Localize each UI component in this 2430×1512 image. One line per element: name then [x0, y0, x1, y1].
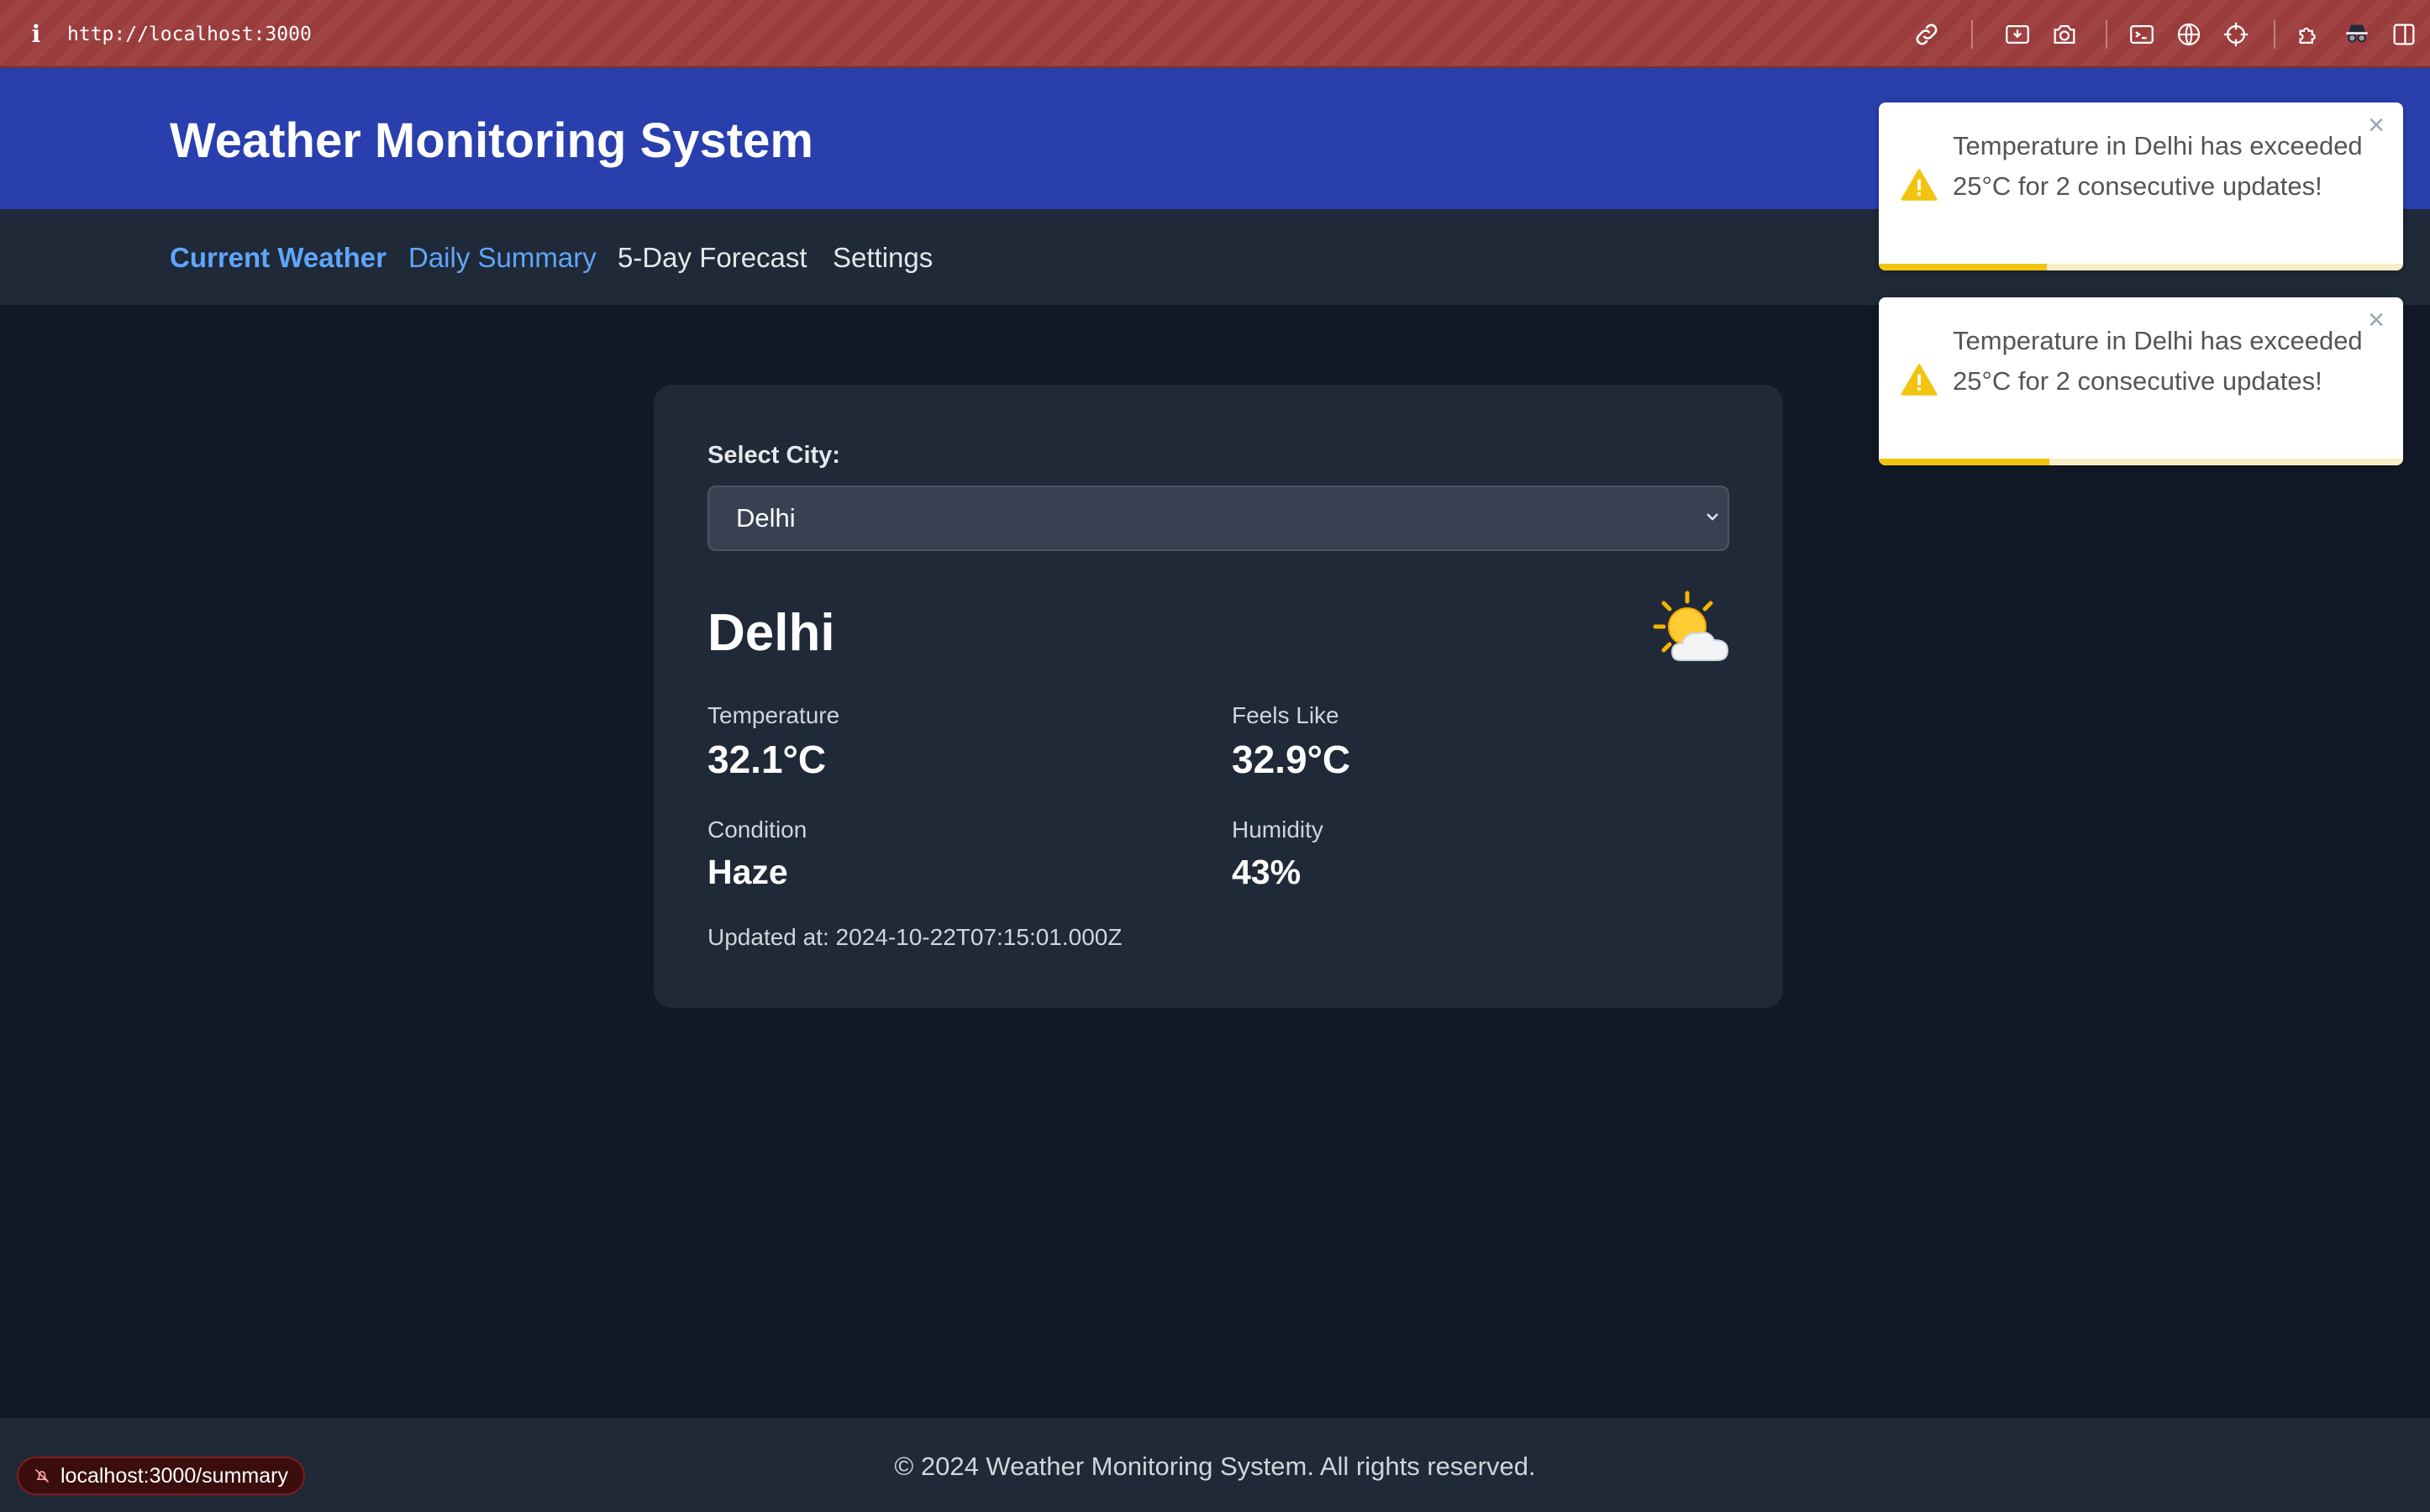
toast-message: Temperature in Delhi has exceeded 25°C f… — [1953, 131, 2363, 201]
toast-progress-bar — [1879, 459, 2049, 465]
toast-message: Temperature in Delhi has exceeded 25°C f… — [1953, 326, 2363, 396]
extensions-icon[interactable] — [2294, 18, 2326, 50]
select-city-label: Select City: — [707, 442, 840, 469]
link-icon[interactable] — [1911, 18, 1943, 50]
humidity-value: 43% — [1232, 853, 1302, 891]
incognito-icon[interactable] — [2341, 18, 2373, 50]
toast-progress-bar — [1879, 264, 2047, 270]
temperature-value: 32.1°C — [707, 738, 827, 781]
footer-copyright: © 2024 Weather Monitoring System. All ri… — [894, 1452, 1536, 1481]
terminal-icon[interactable] — [2126, 18, 2158, 50]
sidebar-icon[interactable] — [2388, 18, 2420, 50]
feels-like-value: 32.9°C — [1232, 738, 1351, 781]
humidity-label: Humidity — [1232, 816, 1323, 843]
address-bar[interactable]: http://localhost:3000 — [67, 20, 312, 49]
feels-like-label: Feels Like — [1232, 702, 1339, 728]
close-icon[interactable]: × — [2364, 306, 2388, 334]
page-title: Weather Monitoring System — [170, 113, 813, 168]
toolbar-divider — [2274, 20, 2275, 49]
city-select[interactable]: Delhi — [707, 486, 1729, 551]
city-name-heading: Delhi — [707, 604, 835, 662]
alert-toast[interactable]: Temperature in Delhi has exceeded 25°C f… — [1879, 297, 2403, 465]
toolbar-divider — [2106, 20, 2107, 49]
temperature-label: Temperature — [707, 702, 840, 728]
toolbar-divider — [1971, 20, 1973, 49]
link-preview-url: localhost:3000/summary — [60, 1464, 288, 1488]
site-info-icon[interactable]: i — [27, 20, 45, 49]
condition-label: Condition — [707, 816, 807, 843]
camera-icon[interactable] — [2049, 18, 2080, 50]
weather-card — [654, 385, 1783, 1008]
close-icon[interactable]: × — [2364, 111, 2388, 139]
nav-current-weather[interactable]: Current Weather — [170, 239, 387, 277]
updated-at-text: Updated at: 2024-10-22T07:15:01.000Z — [707, 924, 1123, 950]
nav-5-day-forecast[interactable]: 5-Day Forecast — [618, 239, 807, 277]
warning-icon — [1901, 364, 1938, 396]
link-preview-status: localhost:3000/summary — [17, 1457, 305, 1495]
sun-behind-cloud-icon — [1653, 591, 1729, 661]
globe-icon[interactable] — [2173, 18, 2205, 50]
alert-toast[interactable]: Temperature in Delhi has exceeded 25°C f… — [1879, 102, 2403, 270]
nav-settings[interactable]: Settings — [833, 239, 933, 277]
nav-daily-summary[interactable]: Daily Summary — [408, 239, 597, 277]
condition-value: Haze — [707, 853, 788, 891]
bell-off-icon — [34, 1468, 50, 1483]
screenshot-icon[interactable] — [2001, 18, 2033, 50]
chevron-down-icon — [1707, 513, 1718, 521]
crosshair-icon[interactable] — [2220, 18, 2252, 50]
warning-icon — [1901, 169, 1938, 201]
